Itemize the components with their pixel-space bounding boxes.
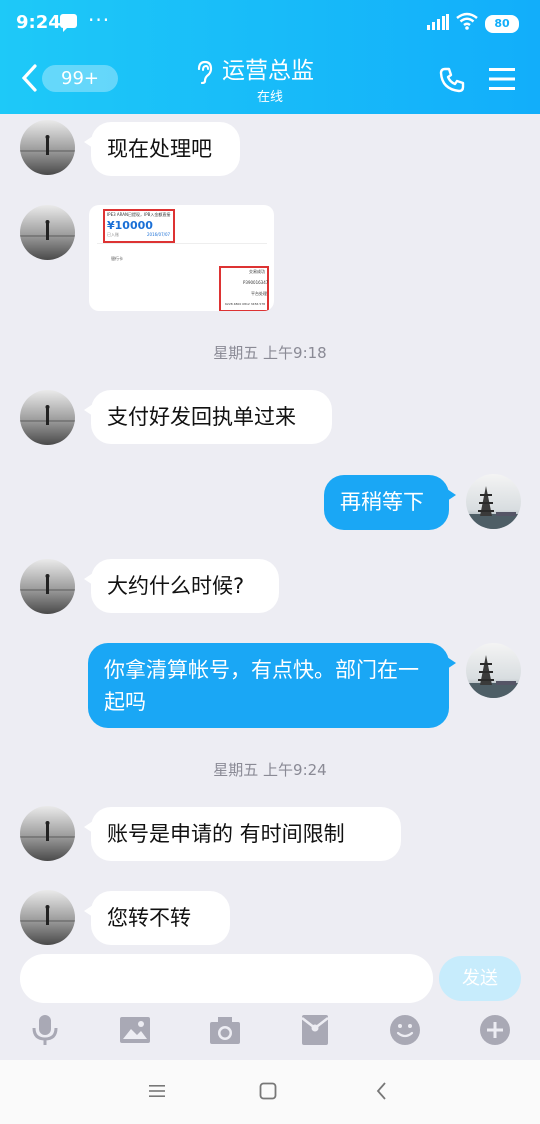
chat-title-area[interactable]: 运营总监 在线 [170,56,370,106]
contact-avatar[interactable] [20,390,75,445]
unread-count-badge: 99+ [42,65,118,92]
signal-icon [427,14,449,30]
image-row-value: 6228 4800 0812 3456 578 [225,302,266,306]
timestamp: 星期五 上午9:18 [213,344,327,362]
my-avatar[interactable] [466,643,521,698]
back-nav-icon[interactable] [372,1080,392,1102]
chat-title: 运营总监 [222,58,314,84]
timestamp: 星期五 上午9:24 [213,761,327,779]
wifi-icon [456,12,478,30]
message-bubble-incoming[interactable]: 现在处理吧 [84,122,240,176]
contact-avatar[interactable] [20,890,75,945]
chat-notification-icon [60,14,77,32]
phone-icon[interactable] [439,67,465,93]
message-bubble-incoming[interactable]: 账号是申请的 有时间限制 [84,807,401,861]
home-icon[interactable] [258,1080,278,1102]
contact-avatar[interactable] [20,205,75,260]
image-message[interactable]: IPE3 ARAN已提现，IPB入金额直接 ¥10000 已入账 2016/07… [89,205,274,311]
input-bar: 发送 [0,946,540,1060]
message-bubble-outgoing[interactable]: 你拿清算帐号，有点快。部门在一起吗 [88,643,456,728]
message-bubble-outgoing[interactable]: 再稍等下 [324,475,456,530]
back-chevron-icon [21,64,37,92]
image-icon[interactable] [119,1014,151,1046]
red-packet-icon[interactable] [299,1014,331,1046]
my-avatar[interactable] [466,474,521,529]
camera-icon[interactable] [209,1014,241,1046]
message-list[interactable]: 现在处理吧 IPE3 ARAN已提现，IPB入金额直接 ¥10000 已入账 2… [0,114,540,946]
microphone-icon[interactable] [29,1014,61,1046]
image-row-left: 已入账 [107,232,119,237]
menu-icon[interactable] [489,67,515,91]
image-row-value: 交易成功 [249,269,265,274]
recent-apps-icon[interactable] [147,1080,167,1102]
plus-icon[interactable] [479,1014,511,1046]
system-navigation-bar [0,1060,540,1124]
image-section: 银行卡 [111,256,123,261]
back-button[interactable]: 99+ [18,60,118,96]
header-bar: 9:24 ··· 80 99+ 运营总监 在线 [0,0,540,114]
message-bubble-incoming[interactable]: 支付好发回执单过来 [84,390,332,444]
image-row-value: P390016347 [243,280,269,285]
more-notifications-icon: ··· [88,8,111,32]
image-divider [97,243,267,244]
battery-indicator: 80 [485,15,519,33]
message-bubble-incoming[interactable]: 您转不转 [84,891,230,945]
image-row-mid: 2016/07/07 [147,232,171,237]
status-time: 9:24 [16,12,61,33]
status-bar: 9:24 ··· 80 [0,0,540,46]
contact-avatar[interactable] [20,559,75,614]
send-button[interactable]: 发送 [439,956,521,1001]
emoji-icon[interactable] [389,1014,421,1046]
ear-icon [197,60,213,84]
image-amount: ¥10000 [107,219,153,232]
message-input[interactable] [20,954,433,1003]
image-row-value: 平台处理 [251,291,267,296]
contact-avatar[interactable] [20,120,75,175]
image-header-text: IPE3 ARAN已提现，IPB入金额直接 [107,212,171,217]
message-bubble-incoming[interactable]: 大约什么时候? [84,559,279,613]
online-status: 在线 [256,90,283,105]
contact-avatar[interactable] [20,806,75,861]
